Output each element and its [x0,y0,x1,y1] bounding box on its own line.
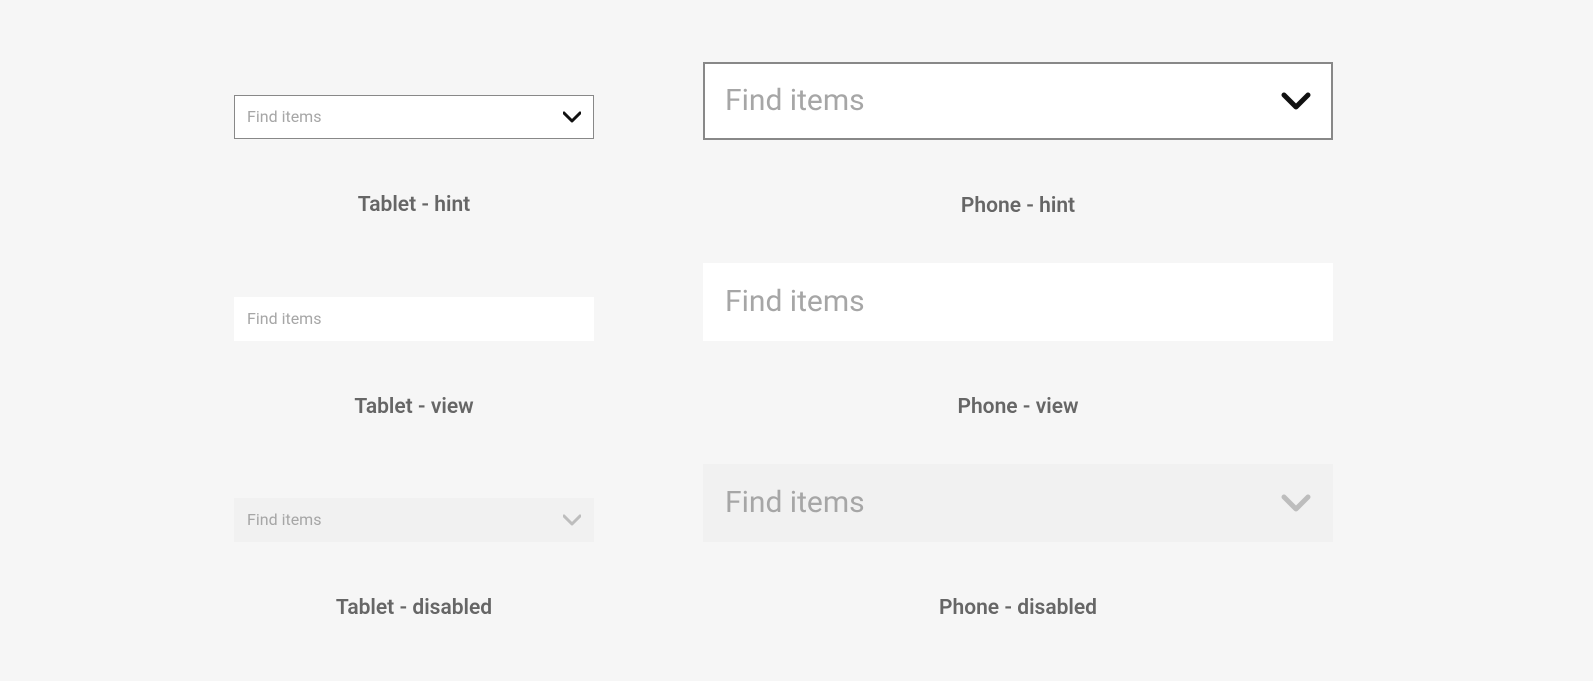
group-tablet-hint: Find items Tablet - hint [234,95,594,217]
caption-tablet-disabled: Tablet - disabled [336,596,492,620]
chevron-down-icon [1281,493,1311,513]
chevron-down-icon [563,514,581,526]
combobox-phone-disabled: Find items [703,464,1333,542]
group-tablet-disabled: Find items Tablet - disabled [234,498,594,620]
caption-phone-hint: Phone - hint [961,194,1075,218]
placeholder-text: Find items [725,86,865,116]
placeholder-text: Find items [247,109,321,125]
placeholder-text: Find items [725,287,865,317]
caption-tablet-view: Tablet - view [354,395,473,419]
group-tablet-view: Find items Tablet - view [234,297,594,419]
group-phone-view: Find items Phone - view [703,263,1333,419]
caption-tablet-hint: Tablet - hint [358,193,470,217]
placeholder-text: Find items [247,311,321,327]
combobox-tablet-disabled: Find items [234,498,594,542]
group-phone-disabled: Find items Phone - disabled [703,464,1333,620]
group-phone-hint: Find items Phone - hint [703,62,1333,218]
combobox-tablet-view[interactable]: Find items [234,297,594,341]
placeholder-text: Find items [725,488,865,518]
combobox-phone-hint[interactable]: Find items [703,62,1333,140]
caption-phone-disabled: Phone - disabled [939,596,1097,620]
placeholder-text: Find items [247,512,321,528]
combobox-phone-view[interactable]: Find items [703,263,1333,341]
chevron-down-icon [1281,91,1311,111]
combobox-tablet-hint[interactable]: Find items [234,95,594,139]
chevron-down-icon [563,111,581,123]
caption-phone-view: Phone - view [957,395,1078,419]
